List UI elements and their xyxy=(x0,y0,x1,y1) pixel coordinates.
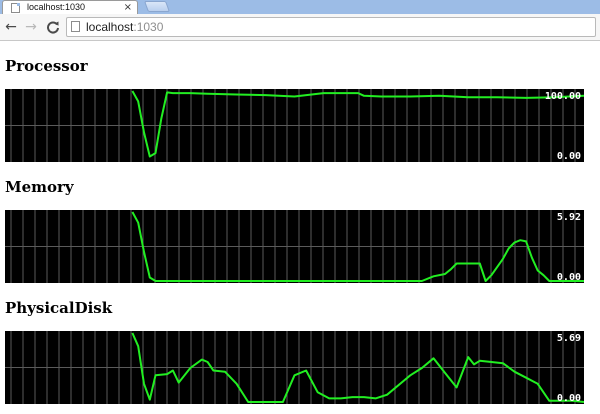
physicaldisk-title: PhysicalDisk xyxy=(5,299,113,317)
processor-max-label: 100.00 xyxy=(544,91,581,102)
url-host: localhost xyxy=(86,20,134,34)
address-bar[interactable]: localhost:1030 xyxy=(66,17,596,37)
physicaldisk-max-label: 5.69 xyxy=(556,333,581,344)
new-tab-button[interactable] xyxy=(143,1,171,12)
chart-plot-area xyxy=(5,331,584,404)
page-favicon-icon xyxy=(11,3,20,13)
tab-title: localhost:1030 xyxy=(27,2,86,12)
physicaldisk-chart: 5.69 0.00 xyxy=(5,331,584,404)
memory-max-label: 5.92 xyxy=(556,212,581,223)
memory-chart: 5.92 0.00 xyxy=(5,210,584,283)
series-line xyxy=(131,90,584,158)
tab-close-icon[interactable]: × xyxy=(124,1,132,14)
chart-plot-area xyxy=(5,210,584,283)
reload-icon[interactable] xyxy=(44,18,62,36)
processor-title: Processor xyxy=(5,57,88,75)
physicaldisk-min-label: 0.00 xyxy=(556,393,581,404)
forward-arrow-icon[interactable]: → xyxy=(22,18,40,36)
page-icon xyxy=(71,21,80,32)
browser-toolbar: ← → localhost:1030 xyxy=(0,14,600,41)
memory-title: Memory xyxy=(5,178,74,196)
url-text[interactable]: localhost:1030 xyxy=(86,18,163,36)
chart-plot-area xyxy=(5,89,584,162)
browser-tab[interactable]: localhost:1030 × xyxy=(2,0,138,14)
processor-chart: 100.00 0.00 xyxy=(5,89,584,162)
tab-strip: localhost:1030 × xyxy=(0,0,600,15)
url-port: :1030 xyxy=(133,20,164,34)
processor-min-label: 0.00 xyxy=(556,151,581,162)
memory-min-label: 0.00 xyxy=(556,272,581,283)
back-arrow-icon[interactable]: ← xyxy=(2,18,20,36)
